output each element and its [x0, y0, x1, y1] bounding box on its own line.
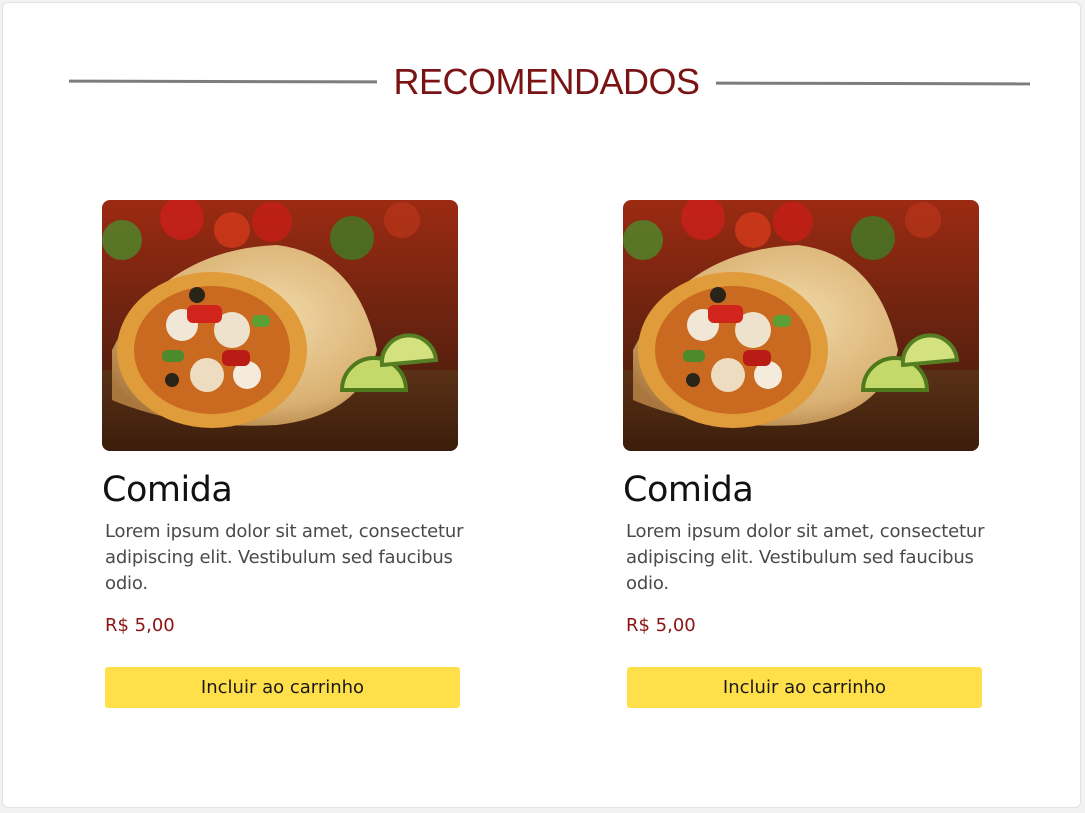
header-divider-right [715, 81, 1031, 86]
product-name: Comida [102, 470, 233, 510]
product-price: R$ 5,00 [626, 615, 696, 636]
section-title: RECOMENDADOS [393, 61, 700, 102]
section-header: RECOMENDADOS [3, 59, 1080, 109]
recommended-panel: RECOMENDADOS Comida Lorem ipsum dolor si… [2, 2, 1081, 808]
add-to-cart-button[interactable]: Incluir ao carrinho [105, 667, 460, 708]
product-card: Comida Lorem ipsum dolor sit amet, conse… [623, 200, 985, 720]
product-description: Lorem ipsum dolor sit amet, consectetur … [626, 521, 985, 594]
product-card: Comida Lorem ipsum dolor sit amet, conse… [102, 200, 464, 720]
add-to-cart-button[interactable]: Incluir ao carrinho [627, 667, 982, 708]
product-image[interactable] [102, 200, 458, 451]
product-price: R$ 5,00 [105, 615, 175, 636]
product-image[interactable] [623, 200, 979, 451]
product-name: Comida [623, 470, 754, 510]
header-divider-left [68, 79, 378, 84]
product-description: Lorem ipsum dolor sit amet, consectetur … [105, 521, 464, 594]
